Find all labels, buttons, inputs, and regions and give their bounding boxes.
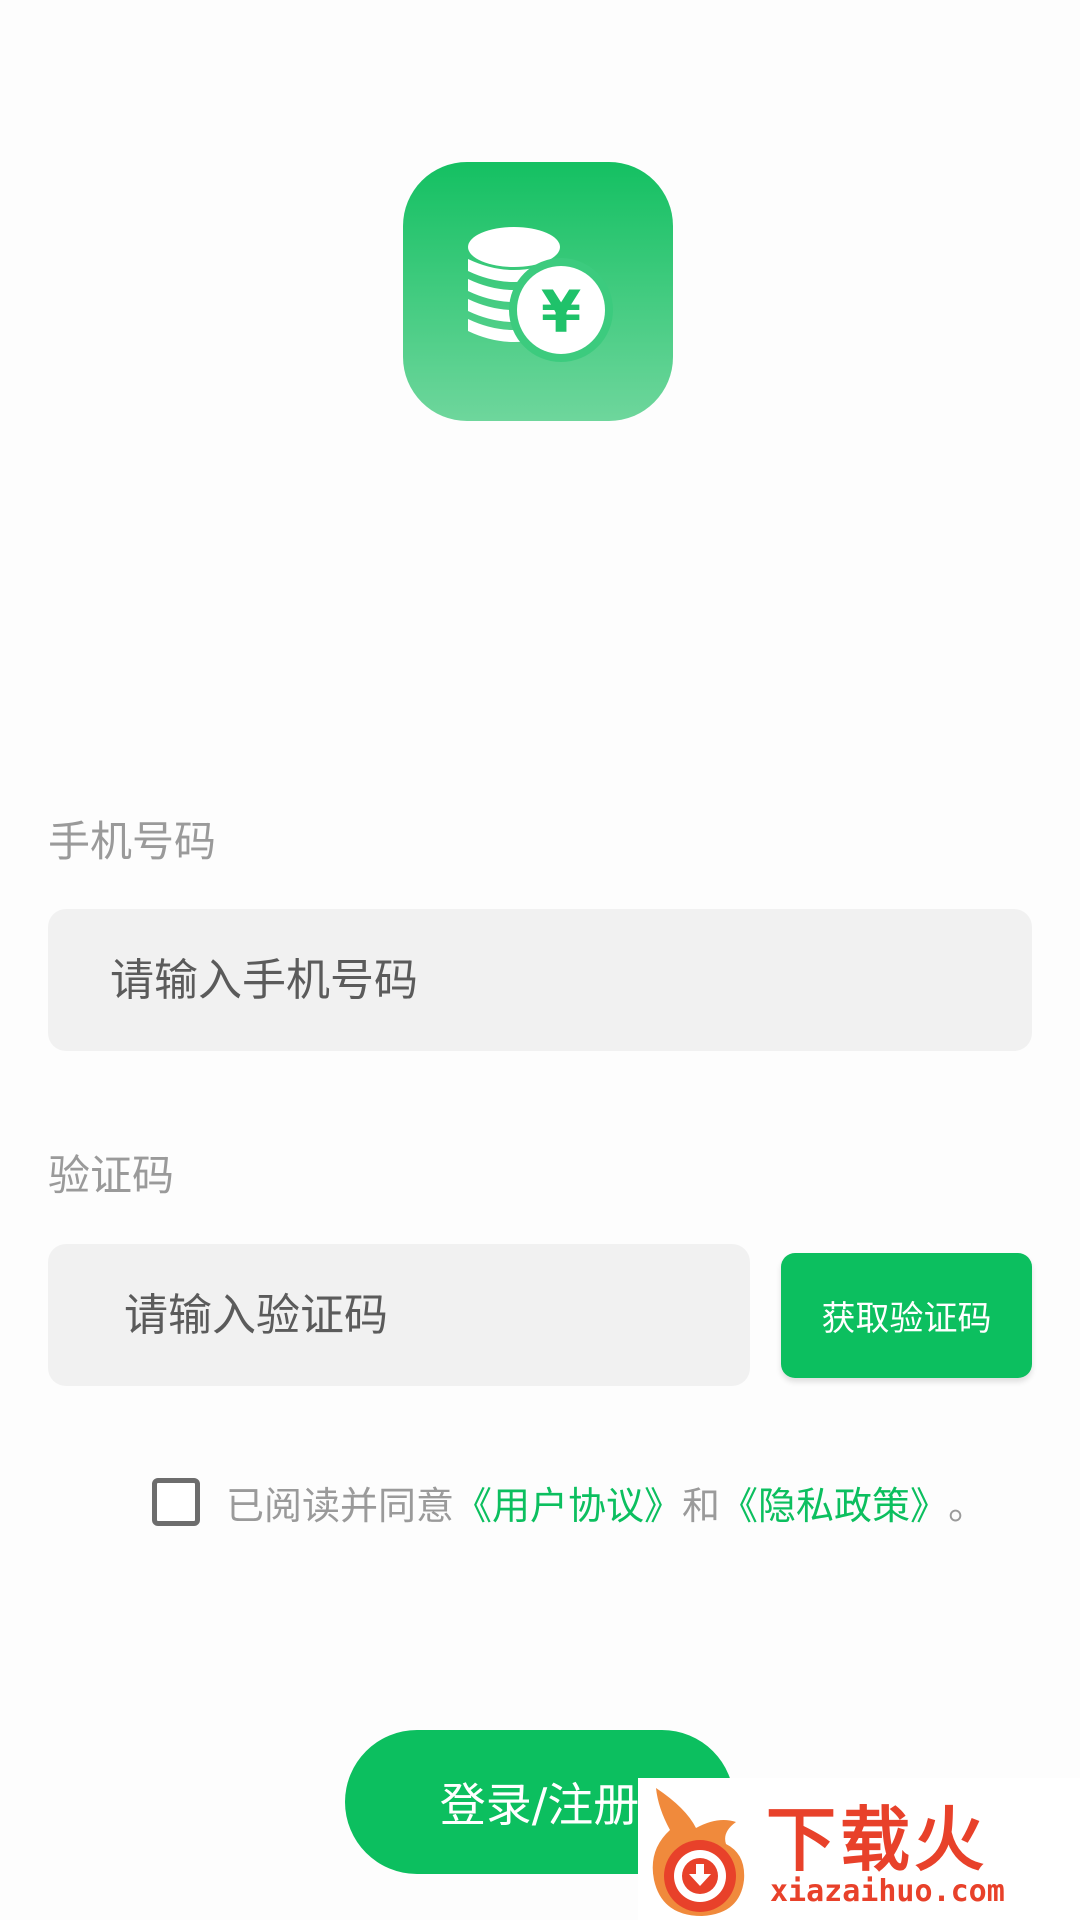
svg-text:¥: ¥ bbox=[541, 278, 581, 346]
agreement-prefix: 已阅读并同意 bbox=[226, 1483, 455, 1528]
watermark-url: xiazaihuo.com bbox=[770, 1874, 1005, 1909]
agreement-checkbox[interactable] bbox=[152, 1478, 200, 1526]
app-logo: ¥ bbox=[403, 162, 673, 421]
phone-input[interactable] bbox=[48, 909, 1032, 1051]
login-screen: ¥ 手机号码 验证码 获取验证码 已阅读并同意 《用户协议》 和 《隐私政策》 … bbox=[0, 0, 1080, 1920]
agreement-suffix: 。 bbox=[948, 1483, 987, 1528]
phone-label: 手机号码 bbox=[48, 817, 217, 866]
get-code-button[interactable]: 获取验证码 bbox=[781, 1253, 1032, 1378]
user-agreement-link[interactable]: 《用户协议》 bbox=[454, 1475, 682, 1530]
flame-download-icon bbox=[652, 1788, 745, 1916]
watermark: 下载火 xiazaihuo.com bbox=[638, 1778, 1080, 1920]
code-label: 验证码 bbox=[48, 1151, 175, 1200]
agreement-conjunction: 和 bbox=[682, 1483, 721, 1528]
coins-yuan-icon: ¥ bbox=[468, 227, 613, 362]
watermark-title: 下载火 bbox=[766, 1799, 988, 1881]
agreement-row: 已阅读并同意 《用户协议》 和 《隐私政策》 。 bbox=[152, 1474, 986, 1530]
privacy-policy-link[interactable]: 《隐私政策》 bbox=[720, 1475, 948, 1530]
verification-code-input[interactable] bbox=[48, 1244, 750, 1386]
